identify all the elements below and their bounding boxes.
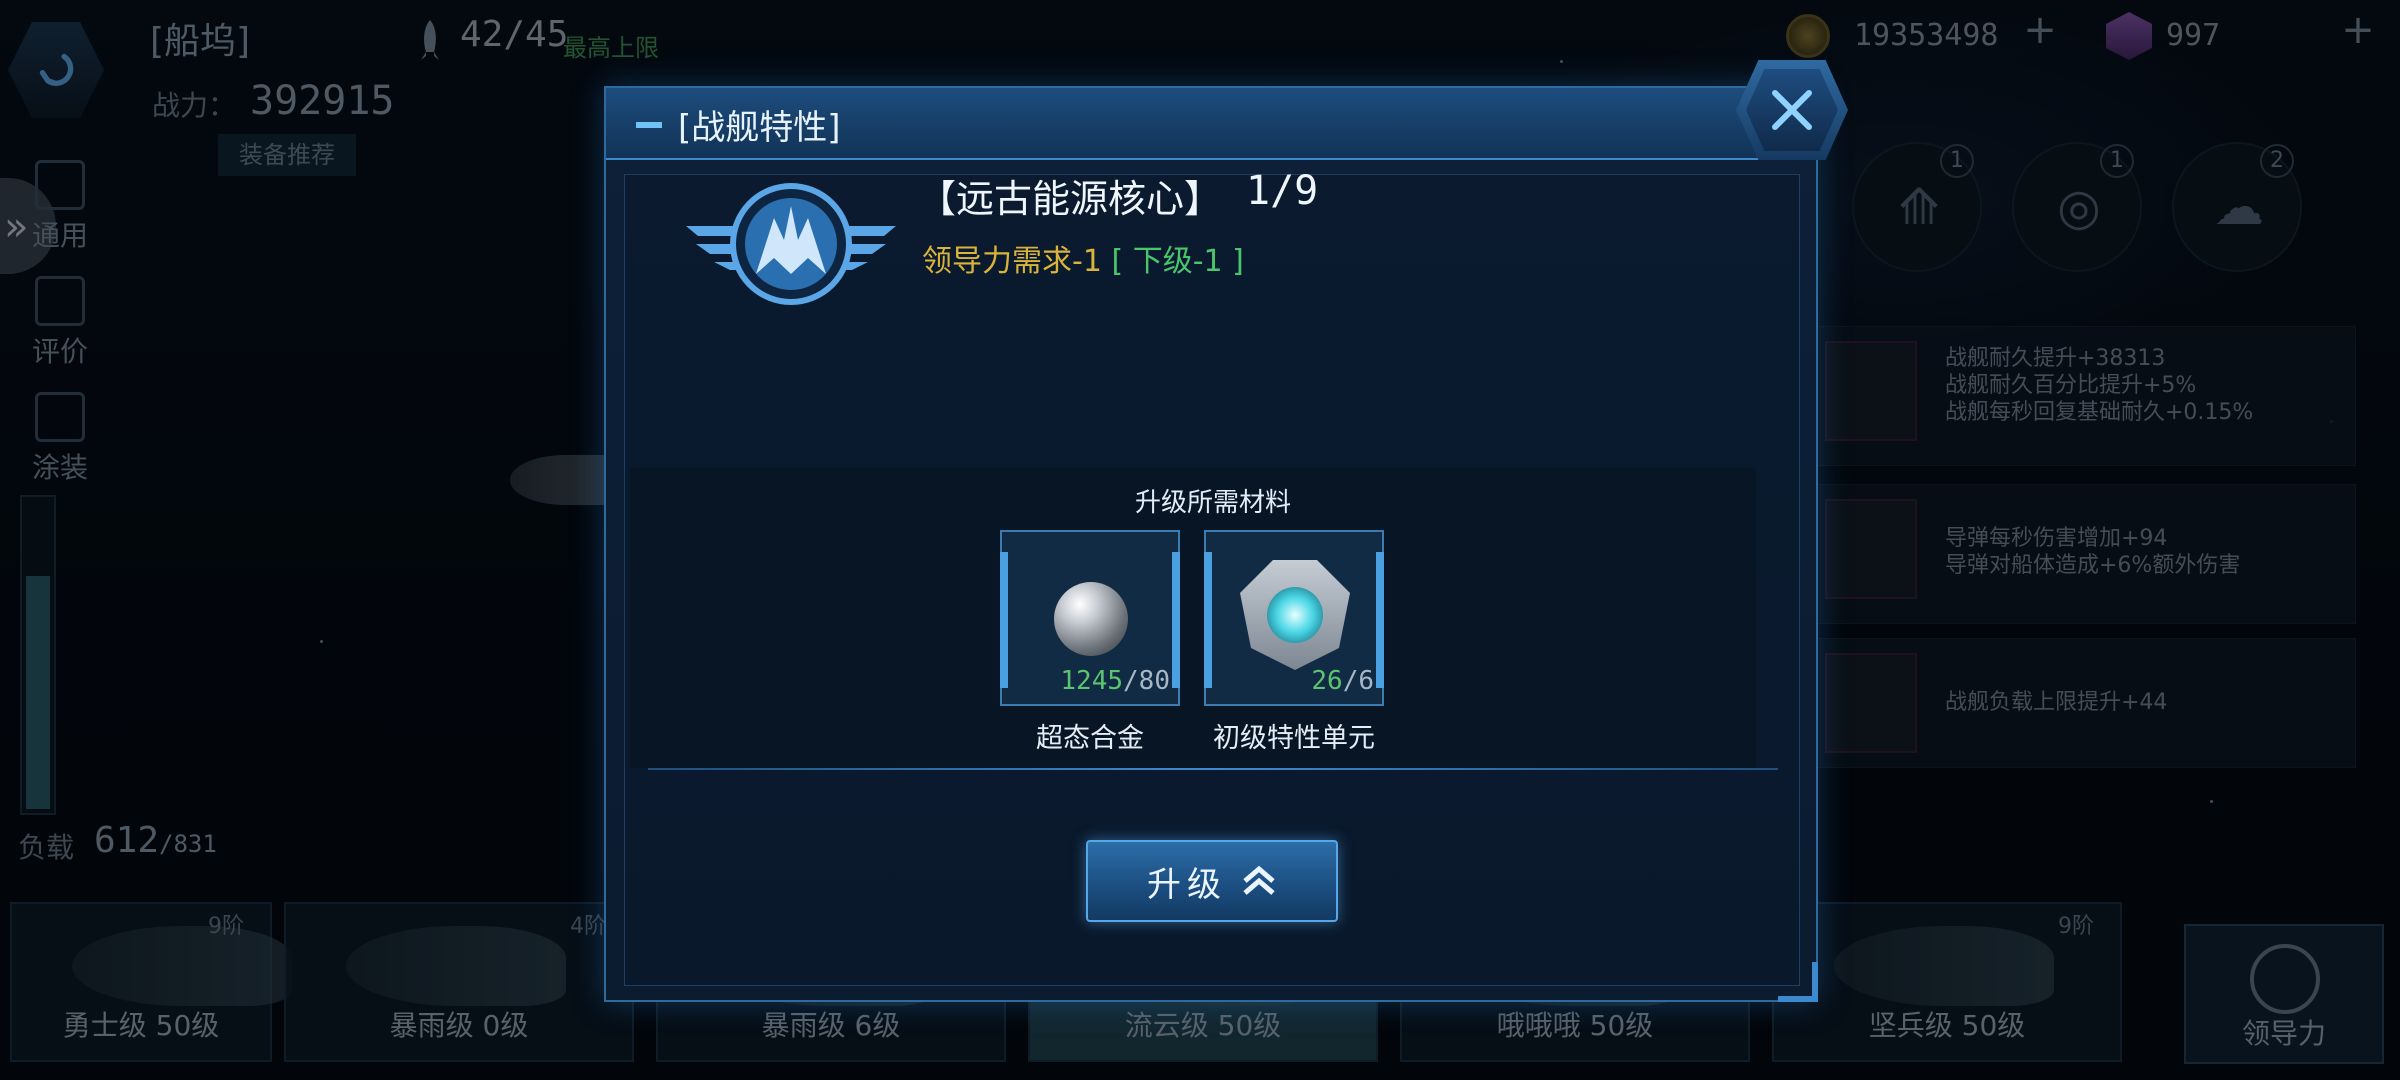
metal-orb-icon — [1054, 582, 1128, 656]
leadership-requirement: 领导力需求-1 [ 下级-1 ] — [922, 244, 1244, 279]
dialog-title: [战舰特性] — [678, 108, 841, 148]
frame-accent — [1376, 552, 1384, 688]
frame-corner — [1778, 962, 1818, 1002]
material-slot-alloy[interactable]: 1245/80 — [1000, 530, 1180, 706]
material-slot-trait-unit[interactable]: 26/6 — [1204, 530, 1384, 706]
materials-title: 升级所需材料 — [1134, 488, 1291, 518]
dialog-header: [战舰特性] — [606, 88, 1820, 160]
trait-level: 1/9 — [1246, 168, 1319, 214]
frame-accent — [1172, 552, 1180, 688]
collapse-dash-icon — [636, 122, 662, 128]
ship-trait-dialog: [战舰特性] 【远古能源核心】 1/9 领导力需求-1 [ 下级-1 ] 升级所… — [604, 86, 1820, 1002]
material-quantity: 1245/80 — [1060, 666, 1170, 696]
frame-accent — [1000, 552, 1008, 688]
close-icon — [1772, 90, 1812, 130]
trait-unit-icon — [1240, 560, 1350, 670]
close-button-inner — [1746, 69, 1838, 151]
wing-emblem-icon — [686, 183, 896, 305]
divider — [648, 768, 1778, 770]
trait-name: 【远古能源核心】 — [918, 177, 1223, 221]
material-name: 初级特性单元 — [1213, 723, 1375, 754]
material-name: 超态合金 — [1036, 723, 1144, 754]
frame-accent — [1204, 552, 1212, 688]
upgrade-label: 升级 — [1147, 864, 1227, 905]
material-quantity: 26/6 — [1311, 666, 1374, 696]
double-chevron-up-icon — [1243, 865, 1275, 895]
close-button[interactable] — [1736, 60, 1848, 160]
upgrade-button[interactable]: 升级 — [1086, 840, 1338, 922]
next-level-requirement: [ 下级-1 ] — [1111, 244, 1244, 279]
